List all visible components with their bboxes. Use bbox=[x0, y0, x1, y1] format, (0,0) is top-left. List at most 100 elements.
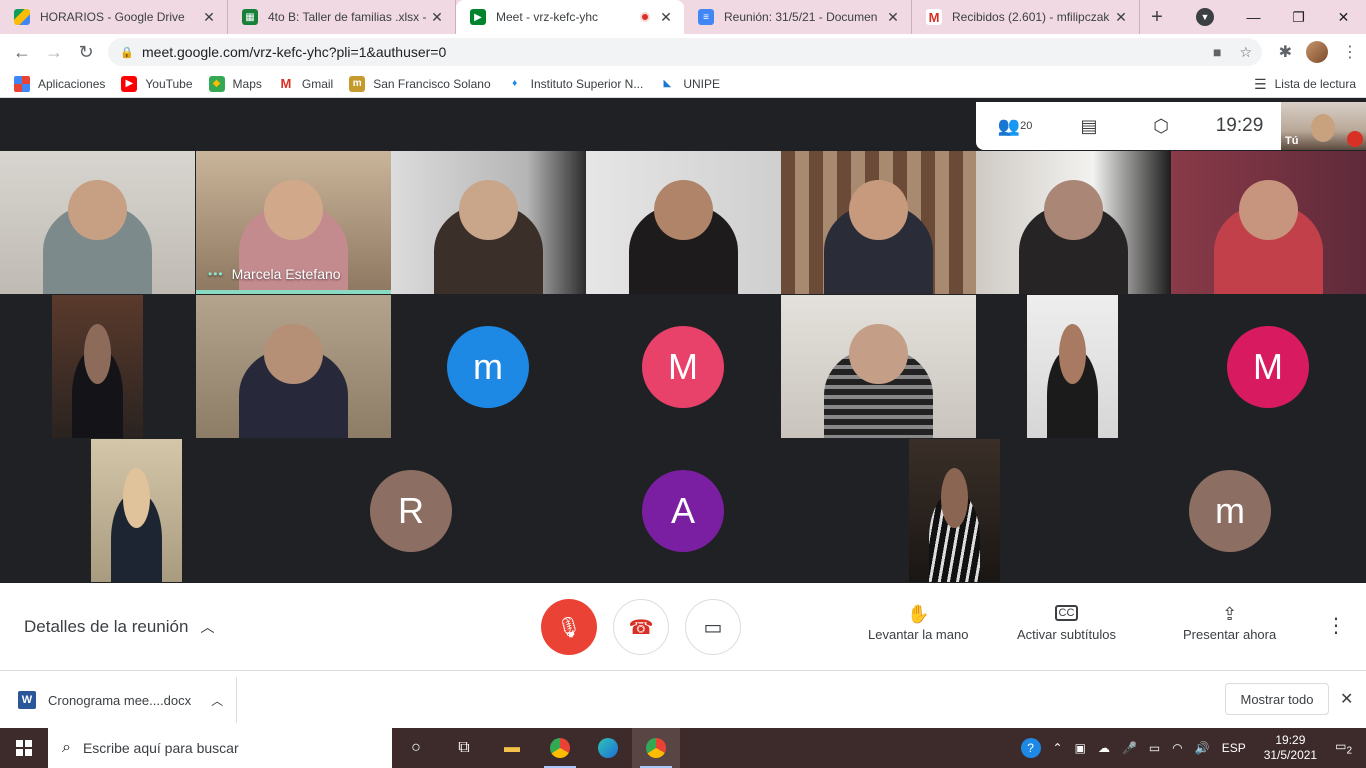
minimize-icon[interactable]: — bbox=[1231, 0, 1276, 34]
file-explorer-icon[interactable]: ▬ bbox=[488, 728, 536, 768]
volume-icon[interactable]: 🔊 bbox=[1189, 741, 1216, 755]
new-tab-button[interactable]: + bbox=[1140, 0, 1174, 34]
activities-icon[interactable]: ⬡ bbox=[1124, 116, 1198, 137]
taskbar-clock[interactable]: 19:29 31/5/2021 bbox=[1252, 733, 1329, 763]
chevron-up-icon[interactable]: ⌃ bbox=[1047, 741, 1069, 755]
site-icon: ◣ bbox=[663, 78, 672, 89]
video-tile[interactable] bbox=[52, 295, 143, 438]
youtube-icon: ▶ bbox=[121, 75, 138, 92]
participant-avatar[interactable]: m bbox=[447, 326, 529, 408]
video-tile[interactable] bbox=[909, 439, 1000, 582]
participant-avatar[interactable]: m bbox=[1189, 470, 1271, 552]
tab-gmail[interactable]: M Recibidos (2.601) - mfilipczak ✕ bbox=[912, 0, 1140, 34]
tab-drive[interactable]: HORARIOS - Google Drive ✕ bbox=[0, 0, 228, 34]
cortana-icon[interactable]: ○ bbox=[392, 728, 440, 768]
lock-icon: 🔒 bbox=[120, 47, 134, 59]
forward-icon[interactable]: → bbox=[38, 36, 70, 68]
video-tile[interactable] bbox=[196, 295, 391, 438]
gmail-icon: M bbox=[280, 76, 292, 91]
close-icon[interactable]: ✕ bbox=[1340, 689, 1353, 709]
show-all-button[interactable]: Mostrar todo bbox=[1225, 683, 1329, 715]
edge-icon[interactable] bbox=[584, 728, 632, 768]
video-tile[interactable] bbox=[586, 151, 781, 294]
captions-icon: CC bbox=[1054, 605, 1079, 621]
tab-title: Reunión: 31/5/21 - Documen bbox=[724, 10, 878, 24]
participant-avatar[interactable]: A bbox=[642, 470, 724, 552]
meeting-details-button[interactable]: Detalles de la reunión ︿ bbox=[24, 617, 214, 637]
restore-icon[interactable]: ❐ bbox=[1276, 0, 1321, 34]
participant-avatar[interactable]: M bbox=[1227, 326, 1309, 408]
camera-icon[interactable]: ■ bbox=[1213, 44, 1221, 60]
raise-hand-label: Levantar la mano bbox=[868, 627, 969, 642]
hand-icon: ✋ bbox=[907, 603, 930, 624]
video-tile[interactable] bbox=[976, 151, 1171, 294]
bookmark-gmail[interactable]: M Gmail bbox=[278, 76, 333, 92]
tab-strip: HORARIOS - Google Drive ✕ ▦ 4to B: Talle… bbox=[0, 0, 1366, 34]
leave-call-button[interactable]: ☎ bbox=[613, 599, 669, 655]
close-icon[interactable]: ✕ bbox=[1113, 9, 1129, 26]
video-tile[interactable] bbox=[1027, 295, 1118, 438]
wifi-icon[interactable]: ◠ bbox=[1166, 741, 1188, 755]
participant-avatar[interactable]: M bbox=[642, 326, 724, 408]
participant-name: ••• Marcela Estefano bbox=[208, 266, 341, 282]
participants-button[interactable]: 👥 20 bbox=[976, 116, 1054, 137]
close-icon[interactable]: ✕ bbox=[201, 9, 217, 26]
video-tile[interactable] bbox=[391, 151, 586, 294]
chrome-icon[interactable] bbox=[536, 728, 584, 768]
video-tile[interactable] bbox=[1171, 151, 1366, 294]
site-icon: ♦ bbox=[512, 78, 518, 89]
reload-icon[interactable]: ↻ bbox=[70, 36, 102, 68]
present-screen-icon: ⇪ bbox=[1222, 603, 1238, 624]
video-tile[interactable] bbox=[91, 439, 182, 582]
participant-avatar[interactable]: R bbox=[370, 470, 452, 552]
mic-off-button[interactable]: 🎙 bbox=[541, 599, 597, 655]
taskbar-search[interactable]: ⌕ Escribe aquí para buscar bbox=[48, 728, 392, 768]
video-tile-speaking[interactable]: ••• Marcela Estefano bbox=[196, 151, 391, 294]
microphone-icon[interactable]: 🎤 bbox=[1116, 741, 1143, 755]
profile-avatar[interactable] bbox=[1306, 41, 1328, 63]
bookmark-maps[interactable]: ◆ Maps bbox=[208, 75, 262, 92]
reading-list-label: Lista de lectura bbox=[1274, 77, 1356, 91]
menu-kebab-icon[interactable]: ⋮ bbox=[1342, 42, 1358, 62]
language-indicator[interactable]: ESP bbox=[1216, 741, 1252, 755]
battery-icon[interactable]: ▭ bbox=[1143, 741, 1166, 755]
download-item[interactable]: W Cronograma mee....docx ︿ bbox=[0, 677, 237, 723]
start-button[interactable] bbox=[0, 728, 48, 768]
captions-button[interactable]: CC Activar subtítulos bbox=[1017, 601, 1116, 642]
tab-sheets[interactable]: ▦ 4to B: Taller de familias .xlsx - ✕ bbox=[228, 0, 456, 34]
close-icon[interactable]: ✕ bbox=[429, 9, 445, 26]
tab-search-icon[interactable]: ▼ bbox=[1196, 8, 1214, 26]
bookmark-apps[interactable]: Aplicaciones bbox=[14, 75, 105, 92]
address-bar[interactable]: 🔒 meet.google.com/vrz-kefc-yhc?pli=1&aut… bbox=[108, 38, 1262, 66]
reading-list[interactable]: ☰ Lista de lectura bbox=[1254, 70, 1356, 98]
meet-tray-icon[interactable]: ▣ bbox=[1069, 741, 1092, 755]
camera-button[interactable]: ▭ bbox=[685, 599, 741, 655]
close-window-icon[interactable]: ✕ bbox=[1321, 0, 1366, 34]
raise-hand-button[interactable]: ✋ Levantar la mano bbox=[868, 601, 969, 643]
bookmark-star-icon[interactable]: ☆ bbox=[1239, 44, 1252, 61]
chevron-up-icon[interactable]: ︿ bbox=[211, 692, 223, 709]
video-tile[interactable] bbox=[781, 295, 976, 438]
bookmark-san-francisco[interactable]: m San Francisco Solano bbox=[349, 75, 491, 92]
bookmark-unipe[interactable]: ◣ UNIPE bbox=[659, 76, 720, 92]
close-icon[interactable]: ✕ bbox=[658, 9, 674, 26]
windows-logo-icon bbox=[16, 740, 32, 756]
video-tile[interactable] bbox=[0, 151, 195, 294]
chat-icon[interactable]: ▤ bbox=[1054, 116, 1124, 137]
task-view-icon[interactable]: ⧉ bbox=[440, 728, 488, 768]
bookmark-instituto[interactable]: ♦ Instituto Superior N... bbox=[507, 76, 643, 92]
more-options-icon[interactable]: ⋮ bbox=[1326, 613, 1346, 638]
onedrive-icon[interactable]: ☁ bbox=[1092, 741, 1116, 755]
close-icon[interactable]: ✕ bbox=[885, 9, 901, 26]
back-icon[interactable]: ← bbox=[6, 36, 38, 68]
chrome-profile-icon[interactable] bbox=[632, 728, 680, 768]
bookmark-youtube[interactable]: ▶ YouTube bbox=[121, 75, 193, 92]
tab-docs[interactable]: ≡ Reunión: 31/5/21 - Documen ✕ bbox=[684, 0, 912, 34]
notifications-icon[interactable]: ▭2 bbox=[1329, 739, 1366, 756]
present-now-button[interactable]: ⇪ Presentar ahora bbox=[1183, 601, 1276, 643]
video-tile[interactable] bbox=[781, 151, 976, 294]
help-icon[interactable]: ? bbox=[1020, 738, 1041, 758]
tab-meet[interactable]: ▶ Meet - vrz-kefc-yhc ✕ bbox=[456, 0, 684, 34]
extensions-icon[interactable]: ✱ bbox=[1279, 42, 1292, 62]
self-view-tile[interactable]: Tú bbox=[1281, 102, 1366, 150]
